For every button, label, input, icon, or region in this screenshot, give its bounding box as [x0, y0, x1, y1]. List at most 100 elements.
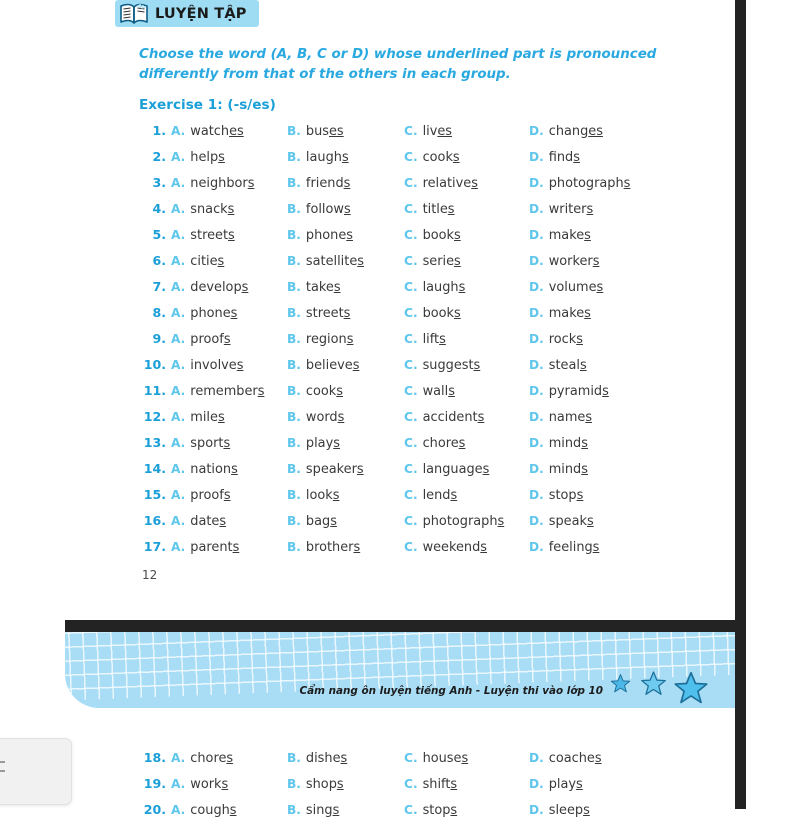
option-c[interactable]: C. suggests [404, 358, 529, 373]
option-c[interactable]: C. lends [404, 488, 529, 503]
option-c[interactable]: C. accidents [404, 410, 529, 425]
option-d[interactable]: D. makes [529, 306, 591, 321]
option-c[interactable]: C. lives [404, 124, 529, 139]
option-b[interactable]: B. takes [287, 280, 404, 295]
option-b[interactable]: B. regions [287, 332, 404, 347]
option-d[interactable]: D. sleeps [529, 803, 590, 818]
option-a[interactable]: A. streets [171, 228, 287, 243]
option-b[interactable]: B. looks [287, 488, 404, 503]
option-a[interactable]: A. sports [171, 436, 287, 451]
option-c[interactable]: C. series [404, 254, 529, 269]
option-d[interactable]: D. minds [529, 462, 588, 477]
option-c[interactable]: C. shifts [404, 777, 529, 792]
option-letter: C. [404, 254, 418, 268]
option-d[interactable]: D. finds [529, 150, 580, 165]
option-d[interactable]: D. makes [529, 228, 591, 243]
option-b[interactable]: B. phones [287, 228, 404, 243]
option-c[interactable]: C. photographs [404, 514, 529, 529]
word-underlined-part: s [482, 462, 490, 477]
option-d[interactable]: D. rocks [529, 332, 583, 347]
option-b[interactable]: B. streets [287, 306, 404, 321]
option-b[interactable]: B. shops [287, 777, 404, 792]
option-a[interactable]: A. phones [171, 306, 287, 321]
option-word: changes [549, 124, 603, 139]
option-d[interactable]: D. feelings [529, 540, 599, 555]
option-a[interactable]: A. proofs [171, 332, 287, 347]
option-d[interactable]: D. coaches [529, 751, 602, 766]
option-word: words [306, 410, 344, 425]
option-b[interactable]: B. cooks [287, 384, 404, 399]
option-word: plays [306, 436, 340, 451]
option-b[interactable]: B. follows [287, 202, 404, 217]
option-c[interactable]: C. books [404, 228, 529, 243]
option-a[interactable]: A. watches [171, 124, 287, 139]
option-a[interactable]: A. helps [171, 150, 287, 165]
option-a[interactable]: A. remembers [171, 384, 287, 399]
option-b[interactable]: B. laughs [287, 150, 404, 165]
option-d[interactable]: D. names [529, 410, 592, 425]
option-c[interactable]: C. houses [404, 751, 529, 766]
option-a[interactable]: A. miles [171, 410, 287, 425]
option-letter: C. [404, 751, 418, 765]
option-a[interactable]: A. cities [171, 254, 287, 269]
option-d[interactable]: D. volumes [529, 280, 603, 295]
option-a[interactable]: A. dates [171, 514, 287, 529]
option-d[interactable]: D. photographs [529, 176, 630, 191]
option-b[interactable]: B. brothers [287, 540, 404, 555]
option-c[interactable]: C. titles [404, 202, 529, 217]
word-underlined-part: s [218, 150, 225, 165]
option-a[interactable]: A. involves [171, 358, 287, 373]
option-c[interactable]: C. chores [404, 436, 529, 451]
word-stem: wall [422, 384, 449, 399]
word-stem: street [305, 306, 344, 321]
option-c[interactable]: C. books [404, 306, 529, 321]
option-b[interactable]: B. plays [287, 436, 404, 451]
option-b[interactable]: B. words [287, 410, 404, 425]
option-d[interactable]: D. pyramids [529, 384, 609, 399]
option-a[interactable]: A. neighbors [171, 176, 287, 191]
option-b[interactable]: B. speakers [287, 462, 404, 477]
option-a[interactable]: A. proofs [171, 488, 287, 503]
option-a[interactable]: A. nations [171, 462, 287, 477]
option-word: miles [190, 410, 224, 425]
option-c[interactable]: C. relatives [404, 176, 529, 191]
option-b[interactable]: B. friends [287, 176, 404, 191]
option-b[interactable]: B. buses [287, 124, 404, 139]
option-c[interactable]: C. laughs [404, 280, 529, 295]
option-d[interactable]: D. steals [529, 358, 587, 373]
option-c[interactable]: C. walls [404, 384, 529, 399]
option-d[interactable]: D. minds [529, 436, 588, 451]
side-panel[interactable] [0, 738, 72, 805]
option-d[interactable]: D. plays [529, 777, 583, 792]
option-b[interactable]: B. sings [287, 803, 404, 818]
word-stem: chang [548, 124, 589, 139]
option-c[interactable]: C. stops [404, 803, 529, 818]
option-d[interactable]: D. changes [529, 124, 603, 139]
option-a[interactable]: A. works [171, 777, 287, 792]
option-d[interactable]: D. writers [529, 202, 593, 217]
word-underlined-part: s [330, 514, 337, 529]
option-a[interactable]: A. develops [171, 280, 287, 295]
option-c[interactable]: C. cooks [404, 150, 529, 165]
option-a[interactable]: A. snacks [171, 202, 287, 217]
option-a[interactable]: A. chores [171, 751, 287, 766]
option-c[interactable]: C. lifts [404, 332, 529, 347]
option-d[interactable]: D. workers [529, 254, 599, 269]
option-c[interactable]: C. weekends [404, 540, 529, 555]
word-stem: speaker [305, 462, 357, 477]
option-word: series [423, 254, 461, 269]
option-b[interactable]: B. dishes [287, 751, 404, 766]
word-underlined-part: s [581, 462, 588, 477]
word-underlined-part: s [332, 488, 340, 503]
option-b[interactable]: B. believes [287, 358, 404, 373]
option-word: accidents [423, 410, 485, 425]
option-letter: C. [404, 280, 418, 294]
option-c[interactable]: C. languages [404, 462, 529, 477]
option-b[interactable]: B. bags [287, 514, 404, 529]
option-d[interactable]: D. speaks [529, 514, 594, 529]
option-d[interactable]: D. stops [529, 488, 583, 503]
word-underlined-part: s [226, 751, 234, 766]
option-a[interactable]: A. coughs [171, 803, 287, 818]
option-a[interactable]: A. parents [171, 540, 287, 555]
option-b[interactable]: B. satellites [287, 254, 404, 269]
